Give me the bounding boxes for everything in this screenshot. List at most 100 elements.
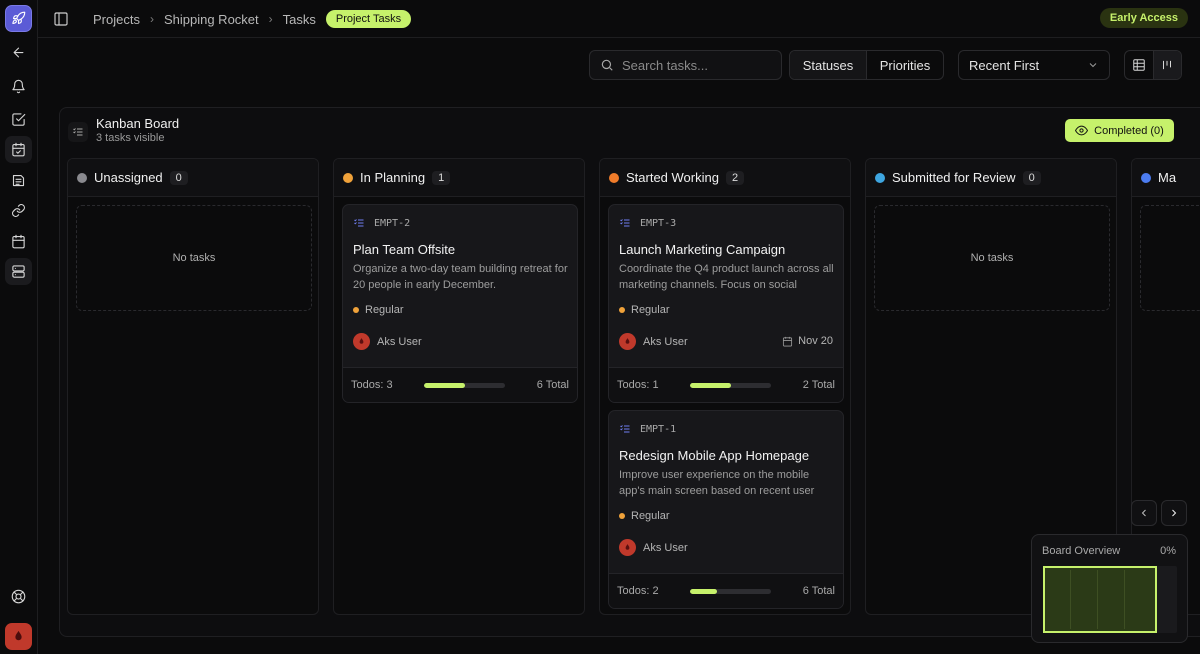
calendar-check-icon[interactable] — [5, 136, 32, 163]
task-description: Coordinate the Q4 product launch across … — [619, 263, 834, 291]
task-code: EMPT-1 — [619, 423, 676, 435]
task-assignee: Aks User — [353, 333, 422, 350]
priority-label: Regular — [365, 304, 404, 316]
rocket-logo-icon[interactable] — [5, 5, 32, 32]
checkbox-icon[interactable] — [5, 106, 32, 133]
priorities-button[interactable]: Priorities — [867, 51, 943, 79]
breadcrumb-tasks[interactable]: Tasks — [283, 12, 316, 27]
todos-label: Todos: 1 — [617, 379, 659, 391]
early-access-badge: Early Access — [1099, 8, 1188, 28]
completed-toggle-button[interactable]: Completed (0) — [1065, 119, 1174, 142]
search-icon — [601, 59, 613, 71]
overview-minimap[interactable] — [1043, 566, 1177, 633]
task-list-icon — [354, 219, 364, 227]
task-code: EMPT-3 — [619, 217, 676, 229]
task-card[interactable]: EMPT-2 Plan Team Offsite Organize a two-… — [342, 204, 578, 403]
column-count: 2 — [725, 170, 745, 185]
completed-label: Completed (0) — [1094, 124, 1164, 137]
assignee-avatar — [619, 539, 636, 556]
priority-dot — [619, 513, 625, 519]
due-date-text: Nov 20 — [798, 335, 833, 347]
breadcrumb-current-pill[interactable]: Project Tasks — [325, 10, 412, 28]
task-list-icon — [620, 425, 630, 433]
sort-select[interactable]: Recent First — [958, 50, 1110, 80]
todo-progress-bar — [424, 382, 506, 388]
task-footer: Todos: 1 2 Total — [609, 367, 843, 402]
task-card[interactable]: EMPT-3 Launch Marketing Campaign Coordin… — [608, 204, 844, 403]
kanban-view-button[interactable] — [1152, 51, 1181, 79]
todos-label: Todos: 2 — [617, 585, 659, 597]
task-footer: Todos: 3 6 Total — [343, 367, 577, 402]
calendar-icon — [783, 336, 793, 346]
task-code-text: EMPT-3 — [640, 217, 677, 229]
breadcrumb-shipping-rocket[interactable]: Shipping Rocket — [164, 12, 259, 27]
task-code: EMPT-2 — [353, 217, 410, 229]
scroll-right-button[interactable] — [1161, 500, 1187, 526]
column-count: 1 — [432, 170, 451, 185]
task-description: Improve user experience on the mobile ap… — [619, 469, 815, 497]
todo-progress-bar — [690, 588, 772, 594]
column-count: 0 — [1022, 170, 1041, 185]
sidebar-toggle-icon[interactable] — [53, 11, 69, 27]
kanban-icon — [1163, 60, 1172, 70]
assignee-name: Aks User — [377, 335, 422, 348]
breadcrumb-projects[interactable]: Projects — [93, 12, 140, 27]
filter-segment: Statuses Priorities — [789, 50, 944, 80]
minimap-column-divider — [1070, 570, 1071, 629]
column-header: Unassigned 0 — [68, 159, 318, 197]
statuses-button[interactable]: Statuses — [790, 51, 867, 79]
sidebar — [0, 0, 38, 654]
task-list-icon — [620, 219, 630, 227]
user-avatar[interactable] — [5, 623, 32, 650]
task-code-text: EMPT-1 — [640, 423, 677, 435]
total-label: 6 Total — [536, 379, 569, 391]
list-check-icon — [68, 122, 88, 142]
calendar-icon[interactable] — [5, 228, 32, 255]
stack-icon[interactable] — [5, 258, 32, 285]
notes-icon[interactable] — [5, 167, 32, 194]
task-title: Redesign Mobile App Homepage — [619, 448, 810, 463]
sort-select-value: Recent First — [969, 57, 1040, 73]
back-arrow-icon[interactable] — [5, 39, 32, 66]
task-description: Organize a two-day team building retreat… — [353, 263, 568, 291]
column-unassigned: Unassigned 0 No tasks — [67, 158, 319, 615]
minimap-column-divider — [1124, 570, 1125, 629]
table-view-button[interactable] — [1125, 51, 1153, 79]
status-dot — [77, 172, 87, 183]
bell-icon[interactable] — [5, 73, 32, 100]
priority-label: Regular — [631, 304, 670, 316]
progress-fill — [424, 382, 465, 388]
minimap-viewport[interactable] — [1043, 566, 1157, 633]
empty-state — [1140, 205, 1200, 311]
task-title: Launch Marketing Campaign — [619, 242, 786, 257]
scroll-left-button[interactable] — [1131, 500, 1157, 526]
board-subtitle: 3 tasks visible — [96, 132, 165, 144]
column-header: Ma — [1132, 159, 1200, 197]
status-dot — [1141, 172, 1151, 183]
board-scroll-controls — [1131, 500, 1187, 526]
chevron-right-icon — [1172, 509, 1177, 517]
search-box — [589, 50, 782, 80]
top-bar: Projects › Shipping Rocket › Tasks Proje… — [38, 0, 1200, 38]
task-card[interactable]: EMPT-1 Redesign Mobile App Homepage Impr… — [608, 410, 844, 609]
column-title: Unassigned — [94, 170, 163, 185]
column-title: Ma — [1158, 170, 1177, 185]
breadcrumb: Projects › Shipping Rocket › Tasks Proje… — [93, 0, 412, 38]
chevron-left-icon — [1141, 509, 1146, 517]
total-label: 6 Total — [802, 585, 835, 597]
assignee-name: Aks User — [643, 335, 688, 348]
status-dot — [609, 172, 619, 183]
search-input[interactable] — [622, 57, 772, 73]
table-icon — [1133, 59, 1145, 71]
task-title: Plan Team Offsite — [353, 242, 456, 257]
help-lifebuoy-icon[interactable] — [5, 583, 32, 610]
link-icon[interactable] — [5, 197, 32, 224]
chevron-right-icon: › — [268, 12, 273, 26]
minimap-column-divider — [1097, 570, 1098, 629]
task-priority: Regular — [619, 510, 670, 522]
priority-dot — [353, 307, 359, 313]
assignee-name: Aks User — [643, 541, 688, 554]
column-count: 0 — [169, 170, 188, 185]
priority-label: Regular — [631, 510, 670, 522]
task-priority: Regular — [353, 304, 404, 316]
